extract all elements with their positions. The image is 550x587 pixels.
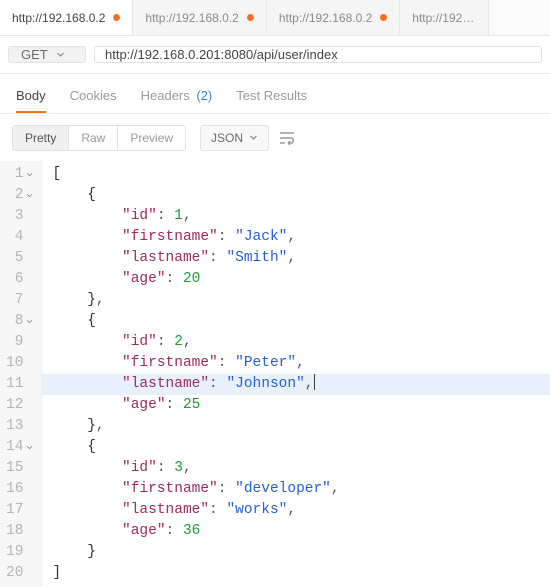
line-gutter: 1234567891011121314151617181920 (0, 161, 42, 587)
code-line[interactable]: ] (52, 563, 540, 584)
code-line[interactable]: "id": 1, (52, 206, 540, 227)
http-method-dropdown[interactable]: GET (8, 46, 86, 63)
gutter-line: 20 (6, 563, 33, 584)
view-raw[interactable]: Raw (69, 126, 118, 150)
code-line[interactable]: }, (52, 290, 540, 311)
request-tab[interactable]: http://192.168.0.2 (0, 0, 133, 35)
gutter-line: 16 (6, 479, 33, 500)
tab-label: http://192.168.0.2 (12, 11, 105, 25)
gutter-line: 11 (6, 374, 33, 395)
tab-headers-label: Headers (141, 88, 190, 103)
gutter-line: 19 (6, 542, 33, 563)
request-tabs: http://192.168.0.2 http://192.168.0.2 http… (0, 0, 550, 36)
code-line[interactable]: { (52, 311, 540, 332)
response-toolbar: Pretty Raw Preview JSON (0, 114, 550, 161)
gutter-line: 4 (6, 227, 33, 248)
format-label: JSON (211, 131, 243, 145)
code-line[interactable]: "id": 2, (52, 332, 540, 353)
code-line[interactable]: }, (52, 416, 540, 437)
gutter-line: 9 (6, 332, 33, 353)
code-area[interactable]: [ { "id": 1, "firstname": "Jack", "lastn… (42, 161, 550, 587)
code-line[interactable]: [ (52, 164, 540, 185)
gutter-line: 7 (6, 290, 33, 311)
code-line[interactable]: } (52, 542, 540, 563)
code-line[interactable]: "id": 3, (52, 458, 540, 479)
view-pretty[interactable]: Pretty (13, 126, 69, 150)
code-line[interactable]: { (52, 437, 540, 458)
tab-cookies[interactable]: Cookies (70, 82, 117, 113)
wrap-lines-button[interactable] (273, 124, 303, 151)
wrap-icon (279, 131, 297, 145)
request-tab[interactable]: http://192.168.0 (400, 0, 489, 35)
tab-label: http://192.168.0.2 (279, 11, 372, 25)
format-dropdown[interactable]: JSON (200, 125, 269, 151)
gutter-line: 6 (6, 269, 33, 290)
response-body-editor[interactable]: 1234567891011121314151617181920 [ { "id"… (0, 161, 550, 587)
view-preview[interactable]: Preview (118, 126, 185, 150)
unsaved-dot-icon (113, 14, 120, 21)
code-line[interactable]: "age": 25 (52, 395, 540, 416)
text-cursor (314, 374, 315, 390)
request-bar: GET (0, 36, 550, 74)
fold-toggle-icon[interactable] (26, 444, 33, 451)
view-mode-group: Pretty Raw Preview (12, 125, 186, 151)
unsaved-dot-icon (380, 14, 387, 21)
code-line[interactable]: "lastname": "Johnson", (42, 374, 550, 395)
gutter-line: 13 (6, 416, 33, 437)
tab-label: http://192.168.0.2 (145, 11, 238, 25)
request-tab[interactable]: http://192.168.0.2 (133, 0, 266, 35)
gutter-line: 18 (6, 521, 33, 542)
chevron-down-icon (56, 50, 65, 59)
unsaved-dot-icon (247, 14, 254, 21)
fold-toggle-icon[interactable] (26, 318, 33, 325)
gutter-line: 1 (6, 164, 33, 185)
gutter-line: 17 (6, 500, 33, 521)
fold-toggle-icon[interactable] (26, 171, 33, 178)
response-subtabs: Body Cookies Headers (2) Test Results (0, 74, 550, 114)
tab-headers[interactable]: Headers (2) (141, 82, 213, 113)
tab-test-results[interactable]: Test Results (236, 82, 307, 113)
code-line[interactable]: "firstname": "developer", (52, 479, 540, 500)
gutter-line: 5 (6, 248, 33, 269)
gutter-line: 15 (6, 458, 33, 479)
gutter-line: 8 (6, 311, 33, 332)
code-line[interactable]: "firstname": "Peter", (52, 353, 540, 374)
code-line[interactable]: "lastname": "Smith", (52, 248, 540, 269)
gutter-line: 2 (6, 185, 33, 206)
code-line[interactable]: "lastname": "works", (52, 500, 540, 521)
request-url-input[interactable] (94, 46, 542, 63)
gutter-line: 14 (6, 437, 33, 458)
request-tab[interactable]: http://192.168.0.2 (267, 0, 400, 35)
headers-count: (2) (196, 88, 212, 103)
code-line[interactable]: { (52, 185, 540, 206)
chevron-down-icon (249, 133, 258, 142)
code-line[interactable]: "firstname": "Jack", (52, 227, 540, 248)
tab-label: http://192.168.0 (412, 11, 476, 25)
gutter-line: 3 (6, 206, 33, 227)
gutter-line: 10 (6, 353, 33, 374)
http-method-label: GET (21, 47, 48, 62)
fold-toggle-icon[interactable] (26, 192, 33, 199)
gutter-line: 12 (6, 395, 33, 416)
tab-body[interactable]: Body (16, 82, 46, 113)
code-line[interactable]: "age": 36 (52, 521, 540, 542)
code-line[interactable]: "age": 20 (52, 269, 540, 290)
